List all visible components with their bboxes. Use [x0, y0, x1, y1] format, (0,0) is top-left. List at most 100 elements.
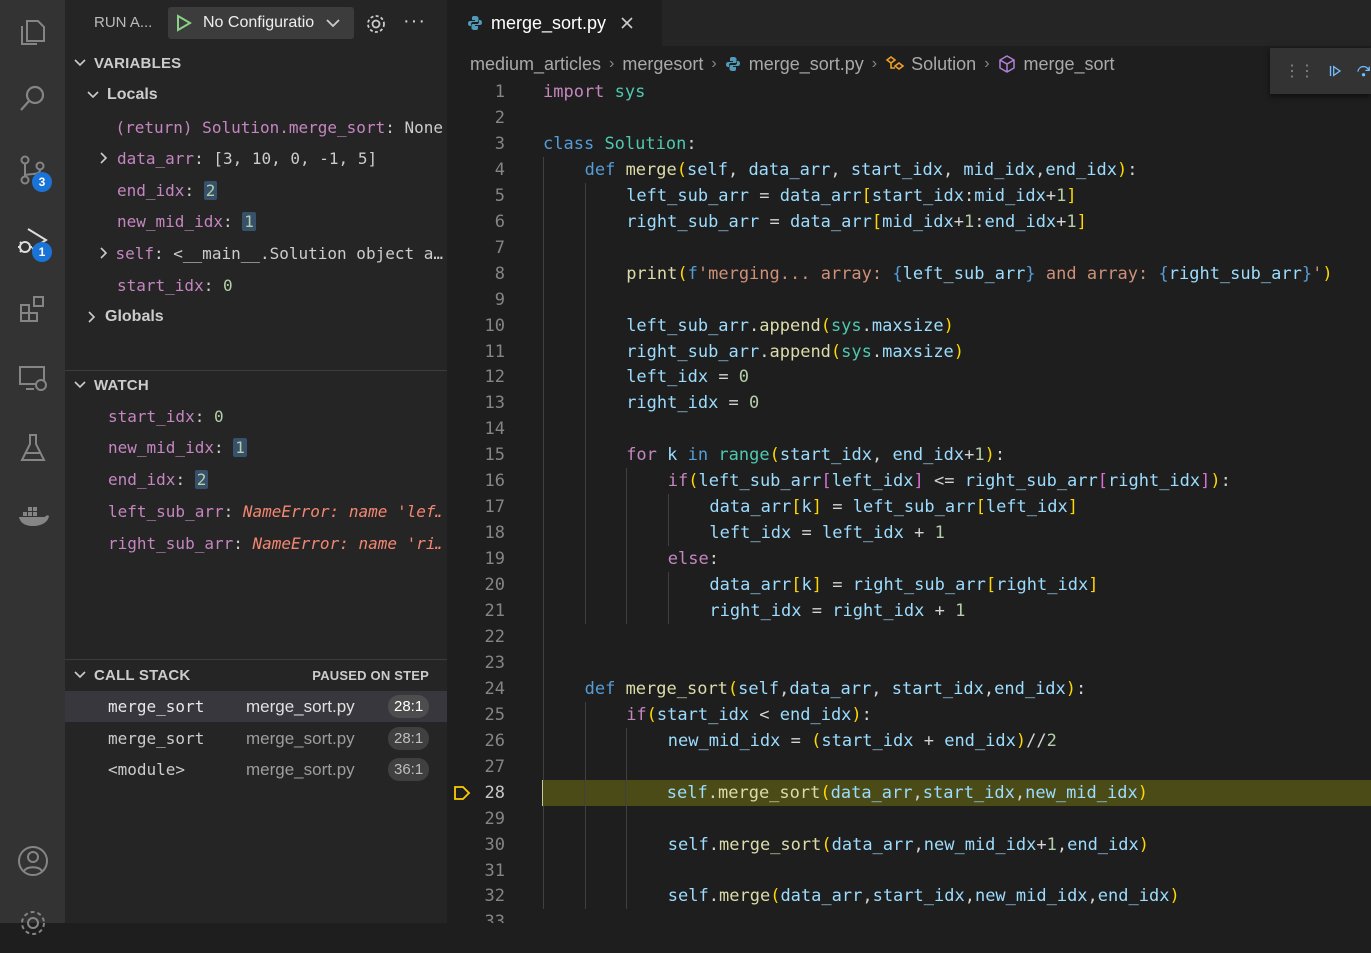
code-line[interactable]: 8 print(f'merging... array: {left_sub_arr… — [447, 260, 1371, 287]
code-token: , — [942, 159, 964, 180]
close-icon[interactable] — [620, 16, 634, 30]
code-line[interactable]: 14 — [447, 416, 1371, 443]
code-line[interactable]: 23 — [447, 649, 1371, 676]
breadcrumb-folder[interactable]: mergesort — [622, 54, 703, 75]
code-line[interactable]: 31 — [447, 857, 1371, 884]
chevron-right-icon[interactable] — [99, 149, 117, 168]
breadcrumb-file[interactable]: merge_sort.py — [749, 54, 864, 75]
open-launch-json-gear-icon[interactable] — [365, 13, 387, 35]
locals-scope[interactable]: Locals — [65, 79, 447, 111]
code-line[interactable]: 12 left_idx = 0 — [447, 364, 1371, 391]
code-token: . — [861, 315, 872, 336]
current-execution-line[interactable]: 28 self.merge_sort(data_arr,start_idx,new… — [454, 779, 1371, 806]
watch-expression-row[interactable]: new_mid_idx: 1 — [108, 432, 441, 464]
code-token: ) — [953, 341, 965, 362]
code-token: end_idx — [994, 678, 1066, 699]
class-symbol-icon — [885, 56, 905, 70]
tab-merge-sort-py[interactable]: merge_sort.py — [447, 0, 662, 46]
docker-icon[interactable] — [0, 486, 65, 546]
variables-section-header[interactable]: VARIABLES — [65, 48, 447, 78]
watch-expression: start_idx — [108, 406, 195, 426]
code-line[interactable]: 18 left_idx = left_idx + 1 — [447, 520, 1371, 547]
code-line[interactable]: 27 — [447, 753, 1371, 780]
code-token: ] — [913, 471, 924, 492]
watch-section-header[interactable]: WATCH — [65, 370, 447, 400]
code-line[interactable]: 22 — [447, 623, 1371, 650]
code-line[interactable]: 29 — [447, 805, 1371, 832]
manage-gear-icon[interactable] — [0, 893, 65, 953]
code-line[interactable]: 11 right_sub_arr.append(sys.maxsize) — [447, 338, 1371, 365]
code-token: ( — [769, 445, 780, 466]
code-line[interactable]: 6 right_sub_arr = data_arr[mid_idx+1:end_… — [447, 208, 1371, 235]
code-token: start_idx — [871, 185, 964, 206]
code-line[interactable]: 24 def merge_sort(self,data_arr, start_id… — [447, 675, 1371, 702]
drag-handle-icon[interactable]: ⋮⋮ — [1284, 61, 1315, 81]
watch-expression-row[interactable]: start_idx: 0 — [108, 400, 441, 432]
watch-expression-row[interactable]: left_sub_arr: NameError: name 'lef… — [108, 495, 441, 527]
more-actions-icon[interactable]: ··· — [403, 10, 426, 33]
breadcrumb-class[interactable]: Solution — [911, 54, 976, 75]
run-debug-icon[interactable]: 1 — [0, 210, 65, 270]
code-line[interactable]: 2 — [447, 105, 1371, 131]
callstack-section-header[interactable]: CALL STACK PAUSED ON STEP — [65, 660, 447, 690]
breadcrumb-method[interactable]: merge_sort — [1024, 54, 1115, 75]
code-line[interactable]: 9 — [447, 286, 1371, 313]
code-line[interactable]: 25 if(start_idx < end_idx): — [447, 701, 1371, 728]
code-token: + — [1056, 211, 1067, 232]
testing-icon[interactable] — [0, 418, 65, 478]
code-editor[interactable]: 1 import sys 2 3 class Solution: 4 def merge(s… — [447, 79, 1371, 923]
code-line[interactable]: 10 left_sub_arr.append(sys.maxsize) — [447, 312, 1371, 339]
indent-guide — [543, 520, 544, 547]
code-line[interactable]: 5 left_sub_arr = data_arr[start_idx:mid_i… — [447, 182, 1371, 209]
launch-config-dropdown[interactable]: No Configuratio — [168, 7, 354, 39]
code-line[interactable]: 7 — [447, 234, 1371, 261]
code-line[interactable]: 21 right_idx = right_idx + 1 — [447, 598, 1371, 624]
watch-expression: right_sub_arr — [108, 533, 234, 553]
source-control-icon[interactable]: 3 — [0, 140, 65, 200]
indent-guide — [543, 675, 544, 702]
variable-row[interactable]: data_arr: [3, 10, 0, -1, 5] — [65, 143, 443, 175]
code-line[interactable]: 19 else: — [447, 546, 1371, 573]
code-line[interactable]: 4 def merge(self, data_arr, start_idx, mi… — [447, 156, 1371, 183]
stack-frame[interactable]: merge_sort merge_sort.py 28:1 — [65, 723, 447, 754]
code-line[interactable]: 20 data_arr[k] = right_sub_arr[right_idx] — [447, 572, 1371, 599]
chevron-right-icon[interactable] — [99, 244, 115, 263]
variable-row[interactable]: self: <__main__.Solution object a… — [65, 237, 443, 269]
breadcrumb-folder[interactable]: medium_articles — [470, 54, 601, 75]
code-line[interactable]: 13 right_idx = 0 — [447, 390, 1371, 417]
explorer-icon[interactable] — [0, 2, 65, 62]
code-line[interactable]: 33 — [447, 909, 1371, 923]
variable-row[interactable]: start_idx: 0 — [65, 269, 443, 301]
code-line[interactable]: 30 self.merge_sort(data_arr,new_mid_idx+1… — [447, 831, 1371, 858]
code-line[interactable]: 17 data_arr[k] = left_sub_arr[left_idx] — [447, 494, 1371, 521]
watch-expression-row[interactable]: right_sub_arr: NameError: name 'ri… — [108, 527, 441, 559]
code-token: = — [759, 211, 790, 232]
watch-expression-row[interactable]: end_idx: 2 — [108, 464, 441, 496]
code-line[interactable]: 15 for k in range(start_idx, end_idx+1): — [447, 442, 1371, 469]
search-icon[interactable] — [0, 68, 65, 128]
stack-frame[interactable]: <module> merge_sort.py 36:1 — [65, 754, 447, 785]
line-number: 7 — [494, 237, 505, 258]
watch-error: NameError: name 'lef… — [242, 501, 441, 521]
account-icon[interactable] — [0, 831, 65, 891]
line-number: 13 — [484, 393, 505, 414]
code-line[interactable]: 16 if(left_sub_arr[left_idx] <= right_sub… — [447, 468, 1371, 495]
code-line[interactable]: 1 import sys — [447, 79, 1371, 105]
watch-value: 2 — [194, 470, 209, 490]
code-line[interactable]: 3 class Solution: — [447, 131, 1371, 157]
code-token: ) — [1138, 834, 1149, 855]
start-debugging-icon[interactable] — [174, 14, 192, 32]
variable-row[interactable]: (return) Solution.merge_sort: None — [65, 111, 443, 143]
code-token: } — [1301, 263, 1313, 284]
remote-explorer-icon[interactable] — [0, 348, 65, 408]
variable-row[interactable]: end_idx: 2 — [65, 174, 443, 206]
code-token: self — [738, 678, 780, 699]
globals-scope[interactable]: Globals — [65, 301, 447, 333]
variable-row[interactable]: new_mid_idx: 1 — [65, 206, 443, 238]
code-token: Solution — [604, 133, 687, 154]
code-token: self — [687, 159, 728, 180]
code-line[interactable]: 32 self.merge(data_arr,start_idx,new_mid_… — [447, 883, 1371, 910]
code-line[interactable]: 26 new_mid_idx = (start_idx + end_idx)//2 — [447, 727, 1371, 754]
stack-frame[interactable]: merge_sort merge_sort.py 28:1 — [65, 691, 447, 722]
extensions-icon[interactable] — [0, 278, 65, 338]
